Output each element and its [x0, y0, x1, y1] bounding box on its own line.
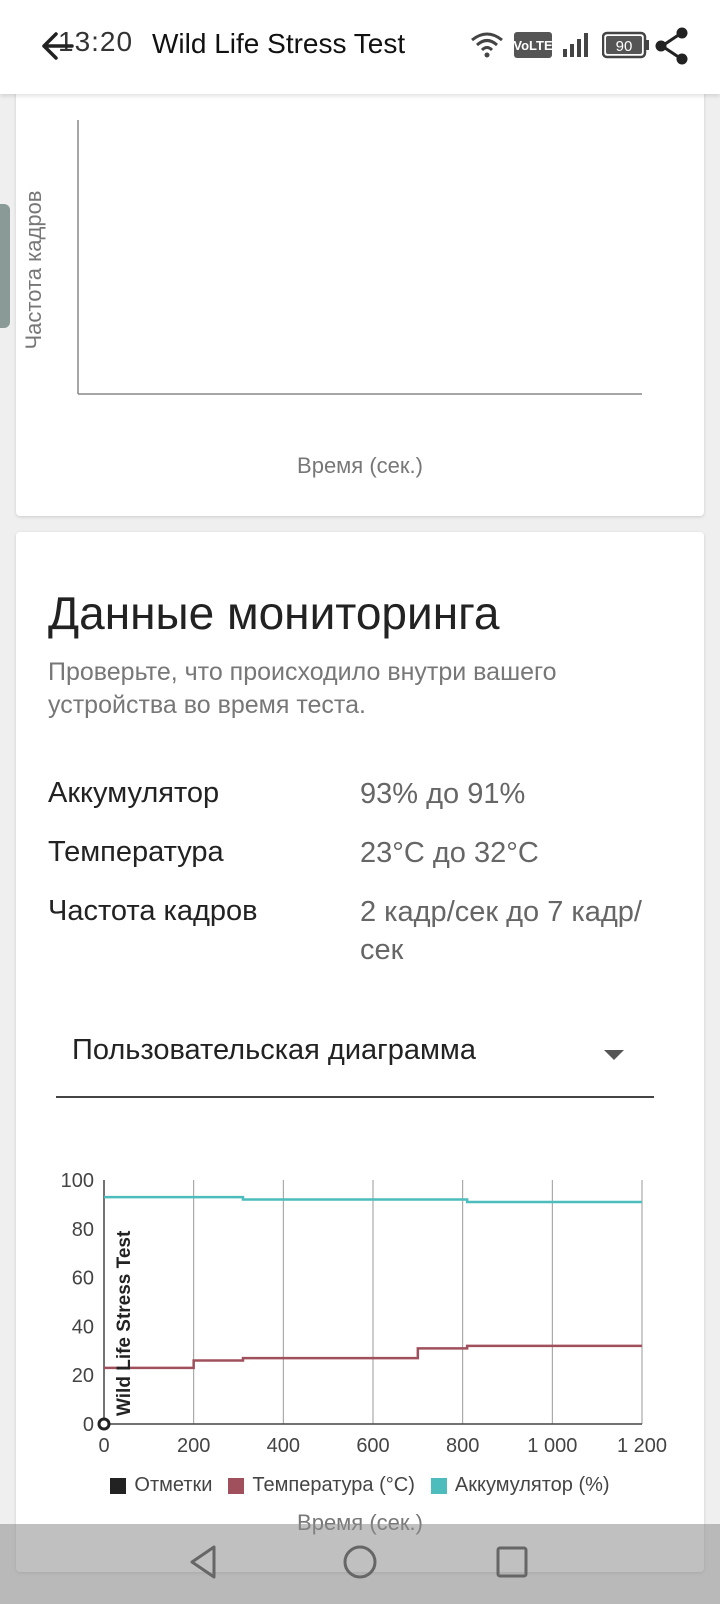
metric-value-framerate: 2 кадр/сек до 7 кадр/сек	[360, 896, 642, 966]
legend-swatch	[430, 1477, 447, 1494]
x-tick-label: 1 000	[527, 1435, 577, 1457]
metric-value-temperature: 23°C до 32°C	[360, 837, 539, 869]
x-tick-label: 400	[267, 1435, 300, 1457]
nav-recents-icon[interactable]	[496, 1546, 528, 1578]
system-nav-bar	[0, 1524, 720, 1604]
back-arrow-icon[interactable]	[38, 26, 78, 66]
event-marker	[97, 1417, 111, 1431]
legend-swatch	[110, 1477, 127, 1494]
metric-value-battery: 93% до 91%	[360, 778, 526, 810]
event-marker-label: Wild Life Stress Test	[114, 1230, 135, 1416]
x-tick-label: 0	[98, 1435, 109, 1457]
legend-label: Аккумулятор (%)	[454, 1474, 610, 1496]
x-tick-label: 1 200	[617, 1435, 667, 1457]
y-tick-label: 100	[61, 1170, 94, 1192]
side-handle[interactable]	[0, 204, 10, 328]
y-tick-label: 20	[72, 1365, 94, 1387]
legend-swatch	[228, 1477, 245, 1494]
legend-item-temperature[interactable]: Температура (°C)	[228, 1474, 415, 1497]
x-tick-label: 800	[446, 1435, 479, 1457]
signal-icon	[563, 33, 588, 57]
nav-home-icon[interactable]	[342, 1544, 378, 1580]
x-tick-label: 600	[356, 1435, 389, 1457]
monitoring-title: Данные мониторинга	[48, 587, 500, 639]
metric-label-battery: Аккумулятор	[48, 777, 220, 809]
y-tick-label: 80	[72, 1219, 94, 1241]
page-title: Wild Life Stress Test	[152, 28, 406, 59]
app-bar: 13:20 Wild Life Stress Test VoLTE 90	[0, 0, 720, 94]
y-tick-label: 0	[83, 1414, 94, 1436]
x-tick-label: 200	[177, 1435, 210, 1457]
nav-back-icon[interactable]	[188, 1544, 218, 1580]
legend-item-battery[interactable]: Аккумулятор (%)	[430, 1474, 610, 1497]
y-tick-label: 60	[72, 1268, 94, 1290]
chart-legend: Отметки Температура (°C) Аккумулятор (%)	[0, 1474, 720, 1497]
monitoring-description: Проверьте, что происходило внутри вашего…	[48, 658, 557, 719]
chart-type-dropdown[interactable]: Пользовательская диаграмма	[56, 1010, 654, 1098]
y-tick-label: 40	[72, 1316, 94, 1338]
share-icon[interactable]	[650, 24, 694, 68]
metric-label-temperature: Температура	[48, 836, 224, 868]
fps-chart-xlabel: Время (сек.)	[297, 453, 423, 478]
metric-label-framerate: Частота кадров	[48, 895, 258, 927]
volte-icon: VoLTE	[514, 32, 552, 58]
chevron-down-icon	[604, 1050, 624, 1060]
dropdown-selected-value: Пользовательская диаграмма	[72, 1034, 476, 1066]
fps-chart-ylabel: Частота кадров	[21, 190, 46, 350]
svg-text:VoLTE: VoLTE	[514, 38, 552, 53]
legend-label: Температура (°C)	[252, 1474, 415, 1496]
status-icons: VoLTE 90	[470, 28, 650, 62]
battery-level: 90	[616, 38, 633, 55]
custom-chart: 0 200 400 600 800 1 000 1 200 0 20 40 60 80 100 Wild …	[61, 1170, 667, 1457]
battery-icon: 90	[602, 31, 649, 59]
legend-label: Отметки	[134, 1474, 213, 1496]
legend-item-marks[interactable]: Отметки	[110, 1474, 212, 1497]
wifi-icon	[471, 32, 503, 58]
